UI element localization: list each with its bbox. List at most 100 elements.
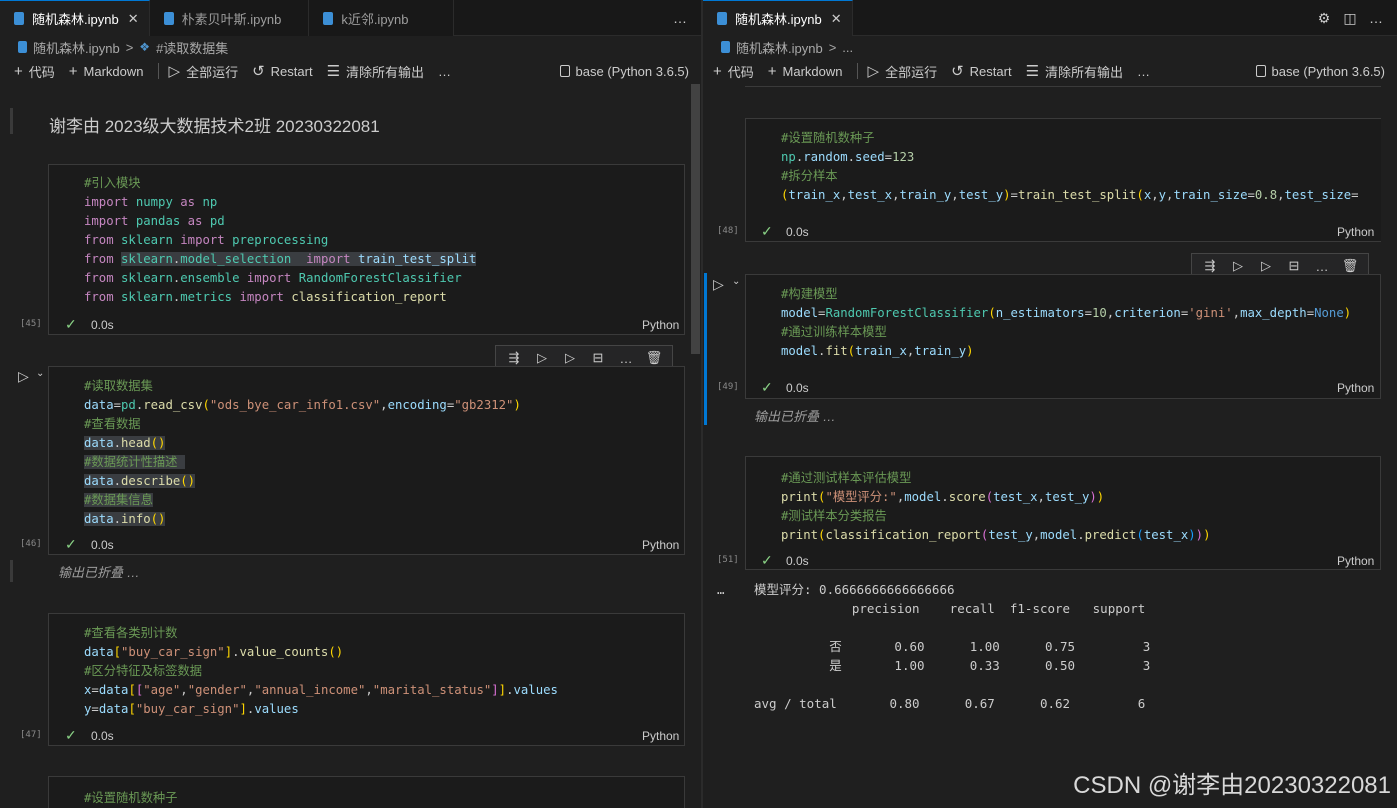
code-cell[interactable]: #读取数据集 data=pd.read_csv("ods_bye_car_inf… — [48, 366, 685, 555]
run-by-line-icon[interactable]: ⇶ — [1196, 258, 1224, 274]
delete-icon[interactable]: 🗑 — [640, 350, 668, 366]
cell-language[interactable]: Python — [1337, 554, 1374, 568]
breadcrumb-file[interactable]: 随机森林.ipynb — [33, 38, 120, 57]
cell-source[interactable]: #构建模型 model=RandomForestClassifier(n_est… — [746, 275, 1380, 361]
close-icon[interactable]: ✕ — [128, 11, 139, 27]
run-cell-icon[interactable]: ▷ — [18, 368, 29, 385]
execution-time: 0.0s — [786, 225, 809, 239]
cell-language[interactable]: Python — [642, 538, 679, 552]
add-markdown-button[interactable]: + Markdown — [768, 63, 843, 80]
clear-label: 清除所有输出 — [1045, 64, 1124, 80]
cell-source[interactable]: #查看各类别计数 data["buy_car_sign"].value_coun… — [49, 614, 684, 719]
cell-source[interactable]: #设置随机数种子 np.random.seed=123 #拆分样本 (train… — [746, 119, 1381, 205]
clear-outputs-button[interactable]: ☰ 清除所有输出 — [1026, 62, 1123, 81]
cell-language[interactable]: Python — [642, 318, 679, 332]
kernel-picker[interactable]: base (Python 3.6.5) — [559, 58, 689, 84]
tab-label: 朴素贝叶斯.ipynb — [181, 11, 282, 27]
output-line: avg / total 0.80 0.67 0.62 6 — [754, 696, 1146, 711]
execution-count: [51] — [717, 555, 739, 565]
split-cell-icon[interactable]: ⊟ — [1280, 258, 1308, 274]
restart-label: Restart — [270, 63, 313, 79]
notebook-file-icon — [14, 12, 24, 25]
output-line: precision recall f1-score support — [754, 601, 1146, 616]
execute-below-icon[interactable]: ▷ — [1252, 258, 1280, 274]
add-markdown-button[interactable]: + Markdown — [69, 63, 144, 80]
code-cell[interactable]: #查看各类别计数 data["buy_car_sign"].value_coun… — [48, 613, 685, 746]
run-by-line-icon[interactable]: ⇶ — [500, 350, 528, 366]
output-more-icon[interactable]: … — [717, 580, 725, 599]
notebook-file-icon — [323, 11, 334, 25]
execution-time: 0.0s — [91, 729, 114, 743]
execute-below-icon[interactable]: ▷ — [556, 350, 584, 366]
gear-icon[interactable]: ⚙ — [1311, 10, 1337, 27]
breadcrumb-separator: > — [828, 39, 837, 55]
code-cell[interactable]: #引入模块 import numpy as np import pandas a… — [48, 164, 685, 335]
chevron-down-icon[interactable]: ⌄ — [36, 368, 44, 379]
delete-icon[interactable]: 🗑 — [1336, 258, 1364, 274]
clear-label: 清除所有输出 — [346, 64, 425, 80]
notebook-file-icon — [721, 41, 730, 53]
execute-above-icon[interactable]: ▷ — [528, 350, 556, 366]
run-cell-icon[interactable]: ▷ — [713, 276, 724, 293]
split-cell-icon[interactable]: ⊟ — [584, 350, 612, 366]
plus-icon: + — [713, 62, 722, 80]
execution-count: [48] — [717, 226, 739, 236]
execute-above-icon[interactable]: ▷ — [1224, 258, 1252, 274]
code-cell[interactable]: #通过测试样本评估模型 print("模型评分:",model.score(te… — [745, 456, 1381, 570]
cell-source[interactable]: #读取数据集 data=pd.read_csv("ods_bye_car_inf… — [49, 367, 684, 529]
clear-outputs-button[interactable]: ☰ 清除所有输出 — [327, 62, 424, 81]
add-code-button[interactable]: + 代码 — [14, 62, 55, 81]
code-cell[interactable]: #设置随机数种子 np.random.seed=123 #拆分样本 (train… — [745, 118, 1381, 242]
toolbar-more-button[interactable]: … — [1137, 64, 1150, 79]
run-all-button[interactable]: ▷ 全部运行 — [169, 62, 239, 81]
restart-button[interactable]: ↺ Restart — [951, 62, 1011, 80]
notebook-toolbar: + 代码 + Markdown ▷ 全部运行 ↺ Restart ☰ 清除所有输出 … b… — [0, 58, 701, 84]
cell-language[interactable]: Python — [642, 729, 679, 743]
tab-random-forest-left[interactable]: 随机森林.ipynb ✕ — [0, 0, 150, 36]
more-actions-icon[interactable]: … — [667, 10, 693, 26]
kernel-picker[interactable]: base (Python 3.6.5) — [1255, 58, 1385, 84]
add-code-label: 代码 — [727, 64, 754, 80]
restart-icon: ↺ — [951, 63, 964, 80]
code-cell[interactable]: #设置随机数种子 — [48, 776, 685, 808]
breadcrumb: 随机森林.ipynb > ... — [703, 36, 1397, 58]
chevron-down-icon[interactable]: ⌄ — [732, 276, 740, 287]
tab-random-forest-right[interactable]: 随机森林.ipynb ✕ — [703, 0, 853, 36]
toolbar-more-button[interactable]: … — [438, 64, 451, 79]
restart-button[interactable]: ↺ Restart — [252, 62, 312, 80]
output-line: 否 0.60 1.00 0.75 3 — [754, 639, 1151, 654]
check-icon: ✓ — [65, 316, 77, 332]
plus-icon: + — [68, 62, 78, 80]
more-actions-icon[interactable]: … — [1363, 10, 1389, 26]
tab-naive-bayes[interactable]: 朴素贝叶斯.ipynb — [149, 0, 310, 36]
cell-source[interactable]: #通过测试样本评估模型 print("模型评分:",model.score(te… — [746, 457, 1380, 545]
breadcrumb-file[interactable]: 随机森林.ipynb — [736, 38, 823, 57]
add-code-button[interactable]: + 代码 — [713, 62, 754, 81]
collapsed-output[interactable]: 输出已折叠 … — [754, 406, 836, 425]
execution-count: [49] — [717, 382, 739, 392]
notebook-file-icon — [717, 12, 727, 25]
python-symbol-icon: ❖ — [139, 40, 151, 54]
collapsed-output[interactable]: 输出已折叠 … — [58, 562, 140, 581]
vertical-scrollbar[interactable] — [691, 84, 700, 354]
run-all-button[interactable]: ▷ 全部运行 — [868, 62, 938, 81]
breadcrumb-section[interactable]: #读取数据集 — [156, 38, 228, 57]
execution-time: 0.0s — [786, 381, 809, 395]
cell-language[interactable]: Python — [1337, 381, 1374, 395]
check-icon: ✓ — [65, 727, 77, 743]
breadcrumb-separator: > — [125, 39, 134, 55]
cell-language[interactable]: Python — [1337, 225, 1374, 239]
breadcrumb-section[interactable]: ... — [842, 40, 853, 55]
right-tab-bar: 随机森林.ipynb ✕ ⚙ ◫ … — [703, 0, 1397, 36]
split-editor-icon[interactable]: ◫ — [1337, 10, 1363, 27]
close-icon[interactable]: ✕ — [831, 11, 842, 27]
cell-source[interactable]: #设置随机数种子 — [49, 777, 684, 808]
tab-knn[interactable]: k近邻.ipynb — [309, 0, 454, 36]
more-icon[interactable]: … — [1308, 259, 1336, 274]
more-icon[interactable]: … — [612, 351, 640, 366]
cell-source[interactable]: #引入模块 import numpy as np import pandas a… — [49, 165, 684, 307]
code-cell[interactable]: #构建模型 model=RandomForestClassifier(n_est… — [745, 274, 1381, 399]
more-icon: … — [438, 63, 452, 79]
